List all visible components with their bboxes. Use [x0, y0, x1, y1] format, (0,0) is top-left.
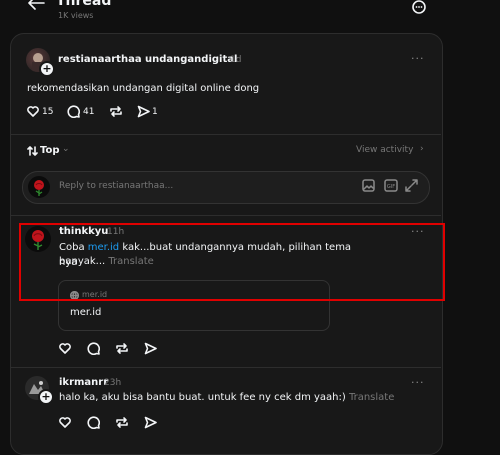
- like-count: 15: [42, 107, 54, 117]
- back-arrow-icon[interactable]: [28, 0, 46, 10]
- repost-icon[interactable]: [115, 416, 129, 429]
- like-icon[interactable]: [59, 417, 71, 428]
- post-text: rekomendasikan undangan digital online d…: [27, 83, 260, 94]
- follow-plus-icon[interactable]: +: [38, 389, 54, 405]
- view-count: 1K views: [58, 11, 94, 20]
- reply-placeholder[interactable]: Reply to restianaarthaa...: [59, 181, 173, 191]
- more-options-icon[interactable]: [412, 0, 426, 14]
- comment-count: 41: [83, 107, 95, 117]
- like-icon[interactable]: [27, 106, 39, 117]
- follow-plus-icon[interactable]: +: [39, 61, 55, 77]
- divider: [11, 134, 441, 135]
- post-author[interactable]: restianaarthaa: [58, 54, 142, 65]
- reply-time: 23h: [104, 378, 122, 388]
- repost-icon[interactable]: [109, 105, 123, 118]
- repost-icon[interactable]: [115, 342, 129, 355]
- svg-text:GIF: GIF: [387, 184, 395, 190]
- post-time: 1d: [230, 55, 242, 65]
- share-icon[interactable]: [144, 416, 157, 429]
- divider: [11, 215, 441, 216]
- reply-author[interactable]: ikrmanrr: [59, 377, 108, 388]
- reply-more-icon[interactable]: ···: [411, 376, 425, 389]
- image-icon[interactable]: [362, 179, 375, 192]
- share-count: 1: [152, 107, 158, 117]
- post-more-icon[interactable]: ···: [411, 52, 425, 65]
- chevron-right-icon: ›: [134, 54, 138, 64]
- expand-icon[interactable]: [405, 179, 418, 192]
- rose-avatar: [28, 176, 50, 198]
- share-icon[interactable]: [137, 105, 150, 118]
- like-icon[interactable]: [59, 343, 71, 354]
- comment-icon[interactable]: [87, 416, 100, 429]
- gif-icon[interactable]: GIF: [384, 179, 398, 192]
- chevron-down-icon[interactable]: ⌄: [62, 144, 70, 154]
- post-reply-to[interactable]: undangandigital: [145, 54, 237, 65]
- sort-icon[interactable]: [27, 146, 38, 156]
- divider: [11, 367, 441, 368]
- chevron-right-icon[interactable]: ›: [420, 144, 424, 154]
- view-activity-link[interactable]: View activity: [356, 145, 413, 155]
- translate-link[interactable]: Translate: [349, 392, 394, 403]
- sort-label[interactable]: Top: [40, 145, 60, 156]
- comment-icon[interactable]: [87, 342, 100, 355]
- highlight-box: [19, 223, 445, 301]
- reply-text-body: halo ka, aku bisa bantu buat. untuk fee …: [59, 392, 346, 403]
- share-icon[interactable]: [144, 342, 157, 355]
- comment-icon[interactable]: [67, 105, 80, 118]
- page-title: Thread: [56, 0, 112, 9]
- reply-text: halo ka, aku bisa bantu buat. untuk fee …: [59, 390, 394, 405]
- link-title: mer.id: [70, 307, 102, 318]
